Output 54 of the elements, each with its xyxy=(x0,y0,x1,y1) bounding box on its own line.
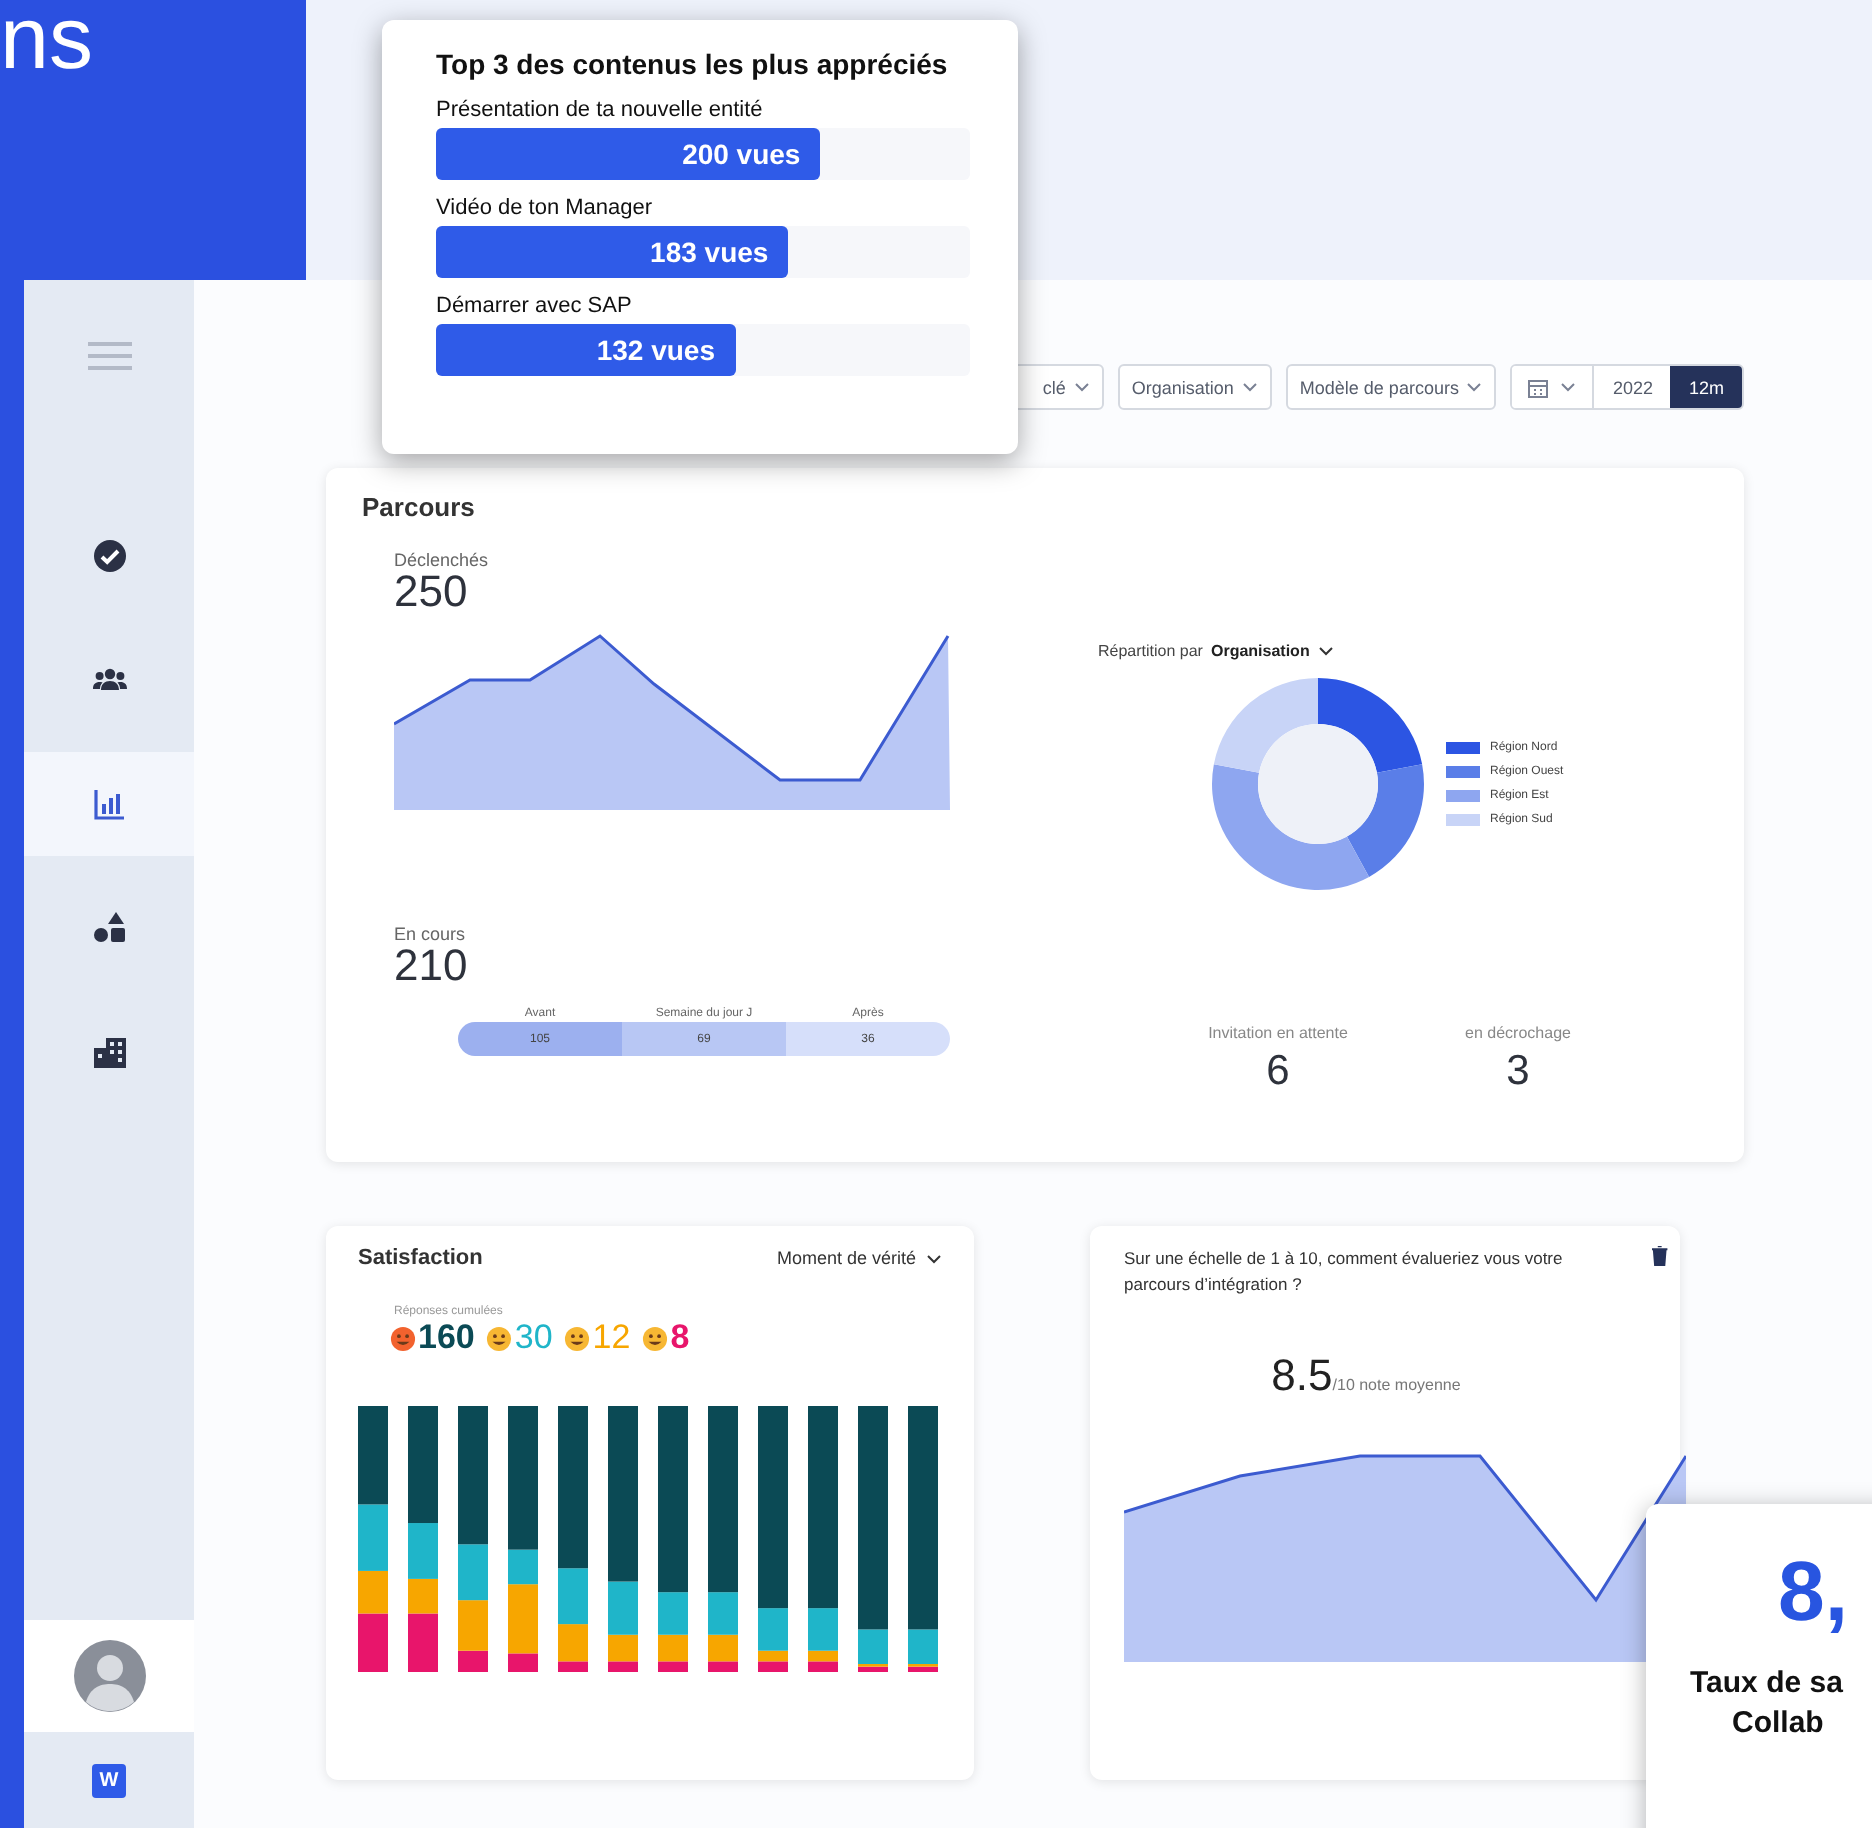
metric-value: 210 xyxy=(394,944,470,988)
content-label: Démarrer avec SAP xyxy=(436,294,634,318)
donut-center xyxy=(1258,724,1378,844)
avatar-icon[interactable] xyxy=(73,1640,145,1712)
caret-icon xyxy=(1073,382,1090,392)
score-value: 8, xyxy=(1778,1544,1851,1640)
trash-icon[interactable] xyxy=(1652,1246,1668,1266)
caret-icon xyxy=(926,1253,942,1263)
smiley-icon xyxy=(486,1325,513,1351)
bar-fill: 183 vues xyxy=(436,226,789,278)
score-caption: Taux de sa xyxy=(1690,1664,1845,1704)
heading-text: ns xyxy=(0,0,93,92)
check-circle-icon xyxy=(91,538,127,574)
bar-chart-icon xyxy=(91,786,127,822)
smiley-icon xyxy=(564,1325,591,1351)
smiley-icon xyxy=(642,1325,669,1351)
popup-title: Top 3 des contenus les plus appréciés xyxy=(436,48,950,80)
metric-label: Déclenchés xyxy=(394,550,491,570)
caret-icon xyxy=(1317,646,1334,656)
content-label: Vidéo de ton Manager xyxy=(436,196,655,220)
bar-segment xyxy=(358,1613,388,1672)
response-count: 12 xyxy=(592,1318,631,1358)
filter-dropdown[interactable]: Organisation xyxy=(1117,364,1272,410)
smiley-icon xyxy=(390,1325,416,1351)
score-value: 8.5 xyxy=(1271,1350,1333,1402)
filter-dropdown[interactable]: Modèle de parcours xyxy=(1285,364,1497,410)
response-count: 8 xyxy=(670,1318,690,1358)
date-picker-button[interactable] xyxy=(1512,366,1595,408)
metric-value: 250 xyxy=(394,570,468,614)
building-icon xyxy=(91,1034,127,1070)
bar-fill: 200 vues xyxy=(436,128,821,180)
period-option[interactable]: 12m xyxy=(1670,366,1742,408)
moment-dropdown[interactable]: Moment de vérité xyxy=(776,1248,942,1268)
response-count: 160 xyxy=(418,1318,475,1358)
shapes-icon xyxy=(91,910,127,946)
stat-value: 3 xyxy=(1506,1048,1530,1096)
workspace-logo[interactable]: W xyxy=(92,1763,126,1797)
card-title: Parcours xyxy=(362,492,477,522)
calendar-icon xyxy=(1528,377,1549,397)
caret-icon xyxy=(1466,382,1483,392)
stat-label: en décrochage xyxy=(1465,1024,1571,1042)
stat-label: Invitation en attente xyxy=(1208,1024,1348,1042)
caret-icon xyxy=(1241,382,1258,392)
content-label: Présentation de ta nouvelle entité xyxy=(436,98,765,122)
score-caption: Collab xyxy=(1732,1704,1826,1744)
metric-label: En cours xyxy=(394,924,468,944)
stat-value: 6 xyxy=(1266,1048,1290,1096)
bar-fill: 132 vues xyxy=(436,324,736,376)
breakdown-dropdown[interactable]: Répartition par Organisation xyxy=(1098,642,1708,660)
response-count: 30 xyxy=(514,1318,553,1358)
question-text: Sur une échelle de 1 à 10, comment évalueriez vous votre parcours d’intégration ? xyxy=(1124,1246,1565,1298)
score-caption: /10 note moyenne xyxy=(1332,1376,1461,1394)
card-title: Satisfaction xyxy=(358,1246,483,1270)
caret-icon xyxy=(1560,382,1577,392)
